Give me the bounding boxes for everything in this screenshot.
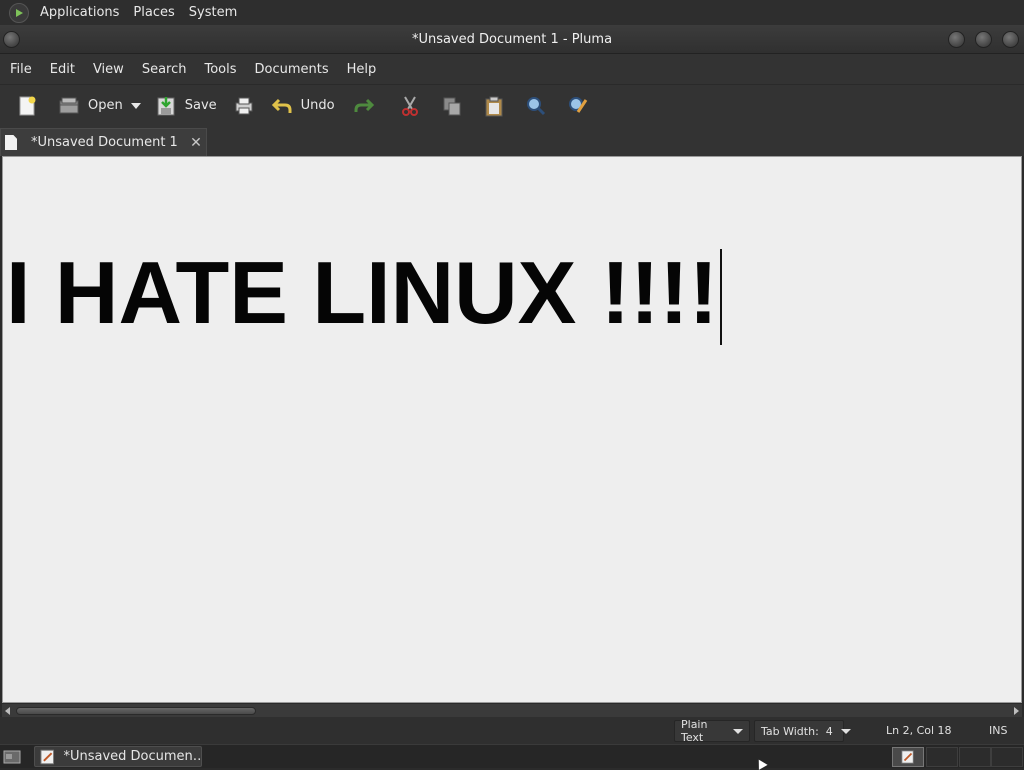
bottom-panel: *Unsaved Documen… bbox=[0, 744, 1024, 768]
text-editor-area[interactable]: I HATE LINUX !!!! bbox=[2, 156, 1022, 703]
copy-icon bbox=[441, 95, 463, 117]
open-recent-dropdown[interactable] bbox=[129, 90, 143, 122]
menu-tools[interactable]: Tools bbox=[195, 62, 245, 77]
find-button[interactable] bbox=[519, 90, 553, 122]
text-editor-icon bbox=[40, 749, 55, 764]
chevron-down-icon bbox=[130, 102, 141, 109]
document-tabs: *Unsaved Document 1 ✕ bbox=[0, 126, 1024, 156]
save-label: Save bbox=[184, 98, 217, 113]
minimize-button[interactable] bbox=[948, 31, 965, 48]
tab-unsaved-document-1[interactable]: *Unsaved Document 1 ✕ bbox=[0, 128, 207, 156]
system-menu[interactable]: System bbox=[182, 0, 244, 25]
menubar: File Edit View Search Tools Documents He… bbox=[0, 54, 1024, 84]
places-menu[interactable]: Places bbox=[126, 0, 181, 25]
find-icon bbox=[525, 95, 547, 117]
scrollbar-thumb[interactable] bbox=[16, 707, 256, 715]
copy-button[interactable] bbox=[435, 90, 469, 122]
new-button[interactable] bbox=[10, 90, 44, 122]
undo-icon bbox=[271, 95, 293, 117]
close-button[interactable] bbox=[1002, 31, 1019, 48]
workspace-2[interactable] bbox=[926, 747, 958, 767]
tab-width-selector[interactable]: Tab Width: 4 bbox=[754, 720, 851, 742]
workspace-1[interactable] bbox=[892, 747, 924, 767]
close-icon[interactable]: ✕ bbox=[189, 136, 203, 150]
open-label: Open bbox=[88, 98, 123, 113]
editor-line-text: I HATE LINUX !!!! bbox=[6, 243, 719, 342]
workspace-4[interactable] bbox=[991, 747, 1023, 767]
language-label: Plain Text bbox=[681, 718, 708, 744]
mate-logo-icon[interactable] bbox=[9, 2, 29, 23]
menu-edit[interactable]: Edit bbox=[41, 62, 84, 77]
menu-documents[interactable]: Documents bbox=[246, 62, 338, 77]
applications-menu[interactable]: Applications bbox=[33, 0, 126, 25]
horizontal-scrollbar[interactable] bbox=[2, 703, 1022, 717]
menu-search[interactable]: Search bbox=[133, 62, 196, 77]
open-button[interactable]: Open bbox=[52, 90, 129, 122]
redo-button[interactable] bbox=[347, 90, 381, 122]
menu-file[interactable]: File bbox=[0, 62, 41, 77]
window-menu-button[interactable] bbox=[3, 31, 20, 48]
redo-icon bbox=[353, 95, 375, 117]
scroll-left-icon[interactable] bbox=[5, 707, 10, 715]
save-button[interactable]: Save bbox=[149, 90, 223, 122]
top-panel: Applications Places System bbox=[0, 0, 1024, 25]
cut-icon bbox=[399, 95, 421, 117]
text-editor-icon bbox=[901, 750, 914, 764]
menu-help[interactable]: Help bbox=[338, 62, 386, 77]
language-selector[interactable]: Plain Text bbox=[674, 718, 750, 744]
show-desktop-icon[interactable] bbox=[2, 748, 22, 766]
workspace-3[interactable] bbox=[959, 747, 991, 767]
tab-label: *Unsaved Document 1 bbox=[31, 135, 178, 150]
scroll-right-icon[interactable] bbox=[1014, 707, 1019, 715]
print-button[interactable] bbox=[227, 90, 261, 122]
tab-width-label: Tab Width: 4 bbox=[761, 724, 833, 738]
undo-label: Undo bbox=[300, 98, 335, 113]
menu-view[interactable]: View bbox=[84, 62, 133, 77]
statusbar: Plain Text Tab Width: 4 Ln 2, Col 18 INS bbox=[0, 717, 1024, 744]
window-titlebar[interactable]: *Unsaved Document 1 - Pluma bbox=[0, 25, 1024, 54]
new-document-icon bbox=[16, 95, 38, 117]
undo-button[interactable]: Undo bbox=[265, 90, 341, 122]
taskbar-window-button[interactable]: *Unsaved Documen… bbox=[34, 746, 202, 767]
toolbar: Open Save Undo bbox=[0, 84, 1024, 126]
paste-icon bbox=[483, 95, 505, 117]
editor-line: I HATE LINUX !!!! bbox=[6, 243, 723, 345]
find-replace-button[interactable] bbox=[561, 90, 595, 122]
cursor-position: Ln 2, Col 18 bbox=[886, 724, 952, 737]
taskbar-window-label: *Unsaved Documen… bbox=[63, 749, 201, 764]
save-icon bbox=[155, 95, 177, 117]
text-document-icon bbox=[5, 135, 17, 150]
window-title: *Unsaved Document 1 - Pluma bbox=[411, 31, 613, 47]
cut-button[interactable] bbox=[393, 90, 427, 122]
print-icon bbox=[233, 95, 255, 117]
paste-button[interactable] bbox=[477, 90, 511, 122]
find-replace-icon bbox=[567, 95, 589, 117]
open-folder-icon bbox=[58, 95, 80, 117]
insert-mode: INS bbox=[989, 724, 1008, 737]
chevron-down-icon bbox=[733, 728, 743, 734]
text-cursor bbox=[720, 249, 723, 345]
chevron-down-icon bbox=[840, 728, 851, 734]
maximize-button[interactable] bbox=[975, 31, 992, 48]
